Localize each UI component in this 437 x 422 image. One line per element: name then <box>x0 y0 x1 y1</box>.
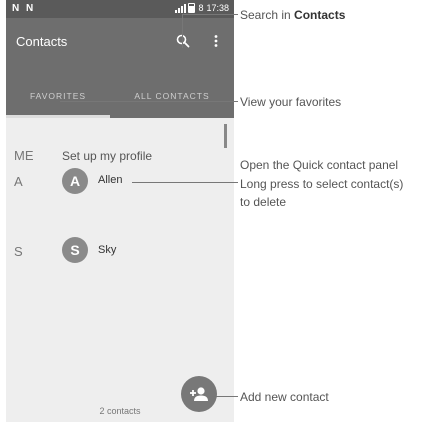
status-right: 8 17:38 <box>175 3 229 13</box>
section-letter: A <box>14 174 23 189</box>
callout-long-press-2: to delete <box>240 195 287 209</box>
callout-line-search <box>182 14 238 15</box>
callout-search-text: Search in <box>240 8 295 22</box>
tab-bar: FAVORITES ALL CONTACTS <box>6 76 234 118</box>
notification-icons: N N <box>12 3 36 14</box>
signal-icon <box>175 3 187 13</box>
callout-quick-panel: Open the Quick contact panel <box>240 158 399 172</box>
avatar[interactable]: S <box>62 237 88 263</box>
tab-favorites[interactable]: FAVORITES <box>6 76 110 116</box>
callout-long-press-1: Long press to select contact(s) <box>240 177 404 191</box>
search-icon[interactable] <box>176 34 190 48</box>
tab-all-contacts[interactable]: ALL CONTACTS <box>110 76 234 116</box>
contact-name: Allen <box>98 174 123 186</box>
app-bar: Contacts <box>6 18 234 76</box>
avatar[interactable]: A <box>62 168 88 194</box>
callout-line-search-vertical <box>182 14 183 48</box>
battery-level: 8 <box>198 3 204 13</box>
more-options-icon[interactable] <box>212 34 220 48</box>
contact-name: Sky <box>98 244 117 256</box>
callout-line-add <box>212 396 238 397</box>
callout-line-favorites <box>60 101 238 102</box>
list-item-contact[interactable]: A A Allen <box>6 161 234 201</box>
phone-screen: N N 8 17:38 Contacts FAVORITES ALL CONTA… <box>6 0 234 422</box>
callout-line-contact <box>132 182 238 183</box>
callout-add-contact: Add new contact <box>240 390 329 404</box>
add-person-icon <box>190 387 208 401</box>
section-letter: S <box>14 244 23 259</box>
status-bar: N N 8 17:38 <box>6 0 234 18</box>
battery-icon <box>188 3 196 13</box>
page-title: Contacts <box>16 34 68 49</box>
tab-indicator <box>6 115 110 118</box>
callout-search: Search in Contacts <box>240 8 345 22</box>
callout-favorites: View your favorites <box>240 95 342 109</box>
add-contact-button[interactable] <box>181 376 217 412</box>
callout-search-bold: Contacts <box>294 8 346 22</box>
status-time: 17:38 <box>206 3 229 13</box>
list-item-contact[interactable]: S S Sky <box>6 232 234 272</box>
